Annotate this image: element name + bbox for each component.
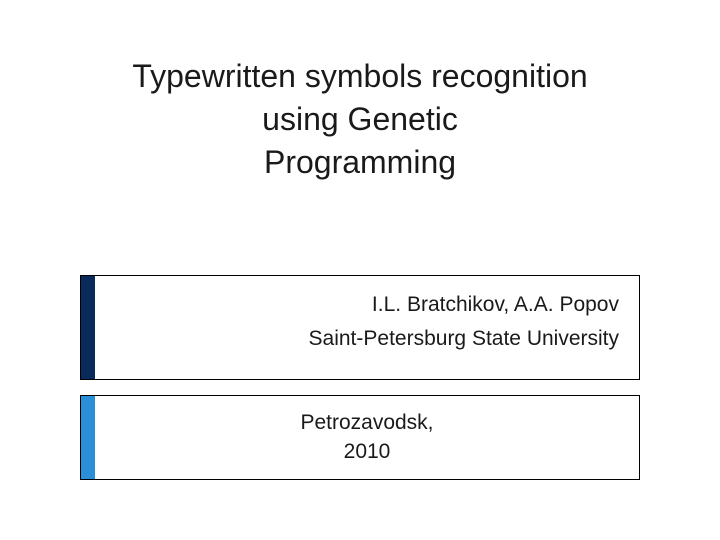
venue-content: Petrozavodsk, 2010	[95, 396, 639, 479]
title-line-2: using Genetic	[0, 98, 720, 141]
venue-box: Petrozavodsk, 2010	[80, 395, 640, 480]
slide-title: Typewritten symbols recognition using Ge…	[0, 55, 720, 185]
authors-content: I.L. Bratchikov, A.A. Popov Saint-Peters…	[95, 276, 639, 379]
venue-location: Petrozavodsk,	[215, 408, 519, 437]
authors-names: I.L. Bratchikov, A.A. Popov	[107, 288, 619, 322]
authors-affiliation: Saint-Petersburg State University	[107, 322, 619, 356]
authors-box: I.L. Bratchikov, A.A. Popov Saint-Peters…	[80, 275, 640, 380]
title-line-1: Typewritten symbols recognition	[0, 55, 720, 98]
accent-bar-dark	[81, 276, 95, 379]
title-line-3: Programming	[0, 141, 720, 184]
accent-bar-light	[81, 396, 95, 479]
venue-year: 2010	[215, 437, 519, 466]
